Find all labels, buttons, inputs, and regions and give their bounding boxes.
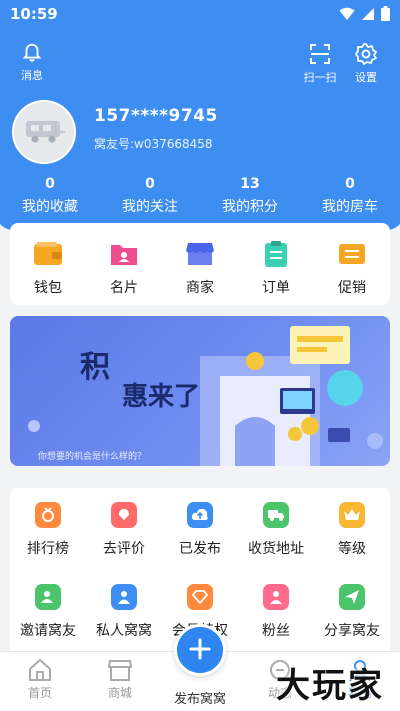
settings-button[interactable]: 设置 — [344, 42, 388, 85]
promo-banner[interactable]: 积 惠来了 你想要的机会是什么样的？ — [10, 316, 390, 466]
status-time: 10:59 — [10, 5, 58, 23]
scan-icon — [310, 44, 330, 64]
rv-placeholder-icon — [26, 121, 65, 143]
publish-fab[interactable] — [174, 624, 226, 676]
user-phone: 157****9745 — [94, 106, 218, 126]
stat-label: 我的房车 — [322, 199, 378, 215]
tab-label: 发布窝窝 — [173, 692, 226, 707]
scan-button[interactable]: 扫一扫 — [298, 42, 342, 85]
stat-value: 13 — [240, 176, 260, 192]
grid-item-rate[interactable]: 去评价 — [86, 502, 162, 558]
grid-item-label: 邀请窝友 — [20, 623, 76, 639]
quick-item-card[interactable]: 名片 — [86, 237, 162, 305]
quick-item-label: 促销 — [338, 280, 366, 296]
tab-label: 商城 — [107, 686, 132, 700]
quick-actions-card: 钱包 名片 商家 订单 促销 — [10, 223, 390, 305]
stat-points[interactable]: 13 我的积分 — [200, 176, 300, 216]
private-icon — [111, 584, 137, 610]
quick-item-label: 订单 — [262, 280, 290, 296]
grid-item-level[interactable]: 等级 — [314, 502, 390, 558]
quick-item-label: 钱包 — [34, 280, 62, 296]
banner-title2: 惠来了 — [122, 382, 201, 412]
stat-label: 我的关注 — [122, 199, 178, 215]
grid-item-address[interactable]: 收货地址 — [238, 502, 314, 558]
tab-home[interactable]: 首页 — [0, 652, 80, 711]
bell-icon — [22, 43, 42, 62]
stats-bar: 0 我的收藏 0 我的关注 13 我的积分 0 我的房车 — [0, 176, 400, 216]
quick-item-shop[interactable]: 商家 — [162, 237, 238, 305]
stat-rv[interactable]: 0 我的房车 — [300, 176, 400, 216]
watermark-logo: 大玩家 — [276, 666, 384, 706]
order-icon — [259, 237, 293, 271]
shop-icon — [183, 237, 217, 271]
crown-icon — [339, 502, 365, 528]
grid-item-fans[interactable]: 粉丝 — [238, 584, 314, 640]
card-icon — [107, 237, 141, 271]
stat-label: 我的积分 — [222, 199, 278, 215]
stat-value: 0 — [45, 176, 55, 192]
banner-title1: 积 — [80, 350, 110, 385]
quick-item-order[interactable]: 订单 — [238, 237, 314, 305]
grid-item-label: 分享窝友 — [324, 623, 380, 639]
medal-icon — [35, 502, 61, 528]
store-icon — [107, 660, 133, 681]
user-id: 窝友号:w037668458 — [94, 137, 213, 151]
grid-item-label: 私人窝窝 — [96, 623, 152, 639]
stat-value: 0 — [145, 176, 155, 192]
grid-item-published[interactable]: 已发布 — [162, 502, 238, 558]
grid-item-share[interactable]: 分享窝友 — [314, 584, 390, 640]
grid-item-label: 等级 — [338, 541, 366, 557]
tab-publish[interactable]: 发布窝窝 — [160, 624, 240, 711]
promo-icon — [335, 237, 369, 271]
battery-icon — [381, 6, 390, 21]
home-icon — [29, 659, 51, 681]
stat-value: 0 — [345, 176, 355, 192]
share-icon — [339, 584, 365, 610]
scan-label: 扫一扫 — [303, 71, 337, 84]
message-button[interactable]: 消息 — [10, 42, 54, 83]
grid-item-private[interactable]: 私人窝窝 — [86, 584, 162, 640]
gear-icon — [355, 43, 377, 65]
stat-label: 我的收藏 — [22, 199, 78, 215]
grid-item-label: 粉丝 — [262, 623, 290, 639]
grid-item-label: 已发布 — [179, 541, 221, 557]
stat-following[interactable]: 0 我的关注 — [100, 176, 200, 216]
quick-item-wallet[interactable]: 钱包 — [10, 237, 86, 305]
grid-item-invite[interactable]: 邀请窝友 — [10, 584, 86, 640]
grid-item-label: 排行榜 — [27, 541, 69, 557]
wifi-icon — [339, 7, 355, 20]
settings-label: 设置 — [355, 71, 377, 84]
grid-item-label: 去评价 — [103, 541, 145, 557]
diamond-icon — [187, 584, 213, 610]
grid-item-label: 收货地址 — [248, 541, 304, 557]
stat-favorites[interactable]: 0 我的收藏 — [0, 176, 100, 216]
plus-icon — [189, 638, 211, 660]
wallet-icon — [31, 237, 65, 271]
invite-icon — [35, 584, 61, 610]
fans-icon — [263, 584, 289, 610]
grid-row: 排行榜 去评价 已发布 收货地址 等级 — [10, 502, 390, 558]
quick-item-promo[interactable]: 促销 — [314, 237, 390, 305]
tab-label: 首页 — [27, 686, 52, 700]
cloud-upload-icon — [187, 502, 213, 528]
quick-item-label: 商家 — [186, 280, 214, 296]
message-label: 消息 — [21, 69, 43, 82]
avatar[interactable] — [12, 100, 76, 164]
banner-subtitle: 你想要的机会是什么样的？ — [38, 452, 147, 462]
signal-icon — [362, 7, 374, 20]
tab-store[interactable]: 商城 — [80, 652, 160, 711]
grid-item-ranking[interactable]: 排行榜 — [10, 502, 86, 558]
rate-icon — [111, 502, 137, 528]
status-bar: 10:59 — [0, 0, 400, 28]
truck-icon — [263, 502, 289, 528]
quick-item-label: 名片 — [110, 280, 138, 296]
